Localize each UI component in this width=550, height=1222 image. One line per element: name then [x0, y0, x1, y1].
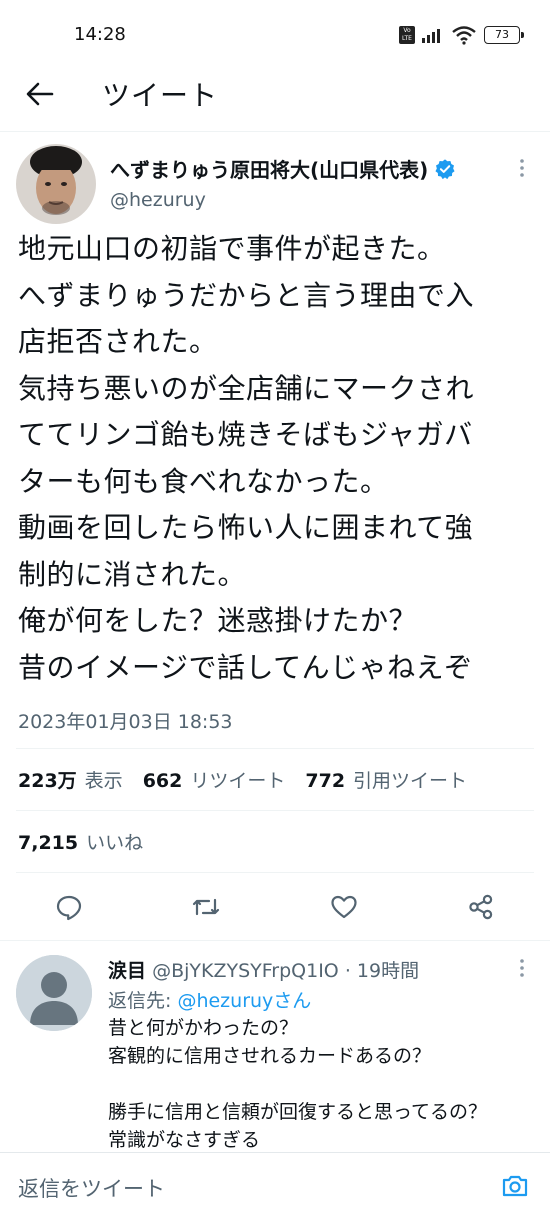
arrow-left-icon[interactable] — [24, 78, 56, 110]
reply-to-line: 返信先: @hezuruyさん — [108, 986, 311, 1013]
reply-avatar[interactable] — [16, 955, 92, 1031]
heart-icon[interactable] — [329, 892, 359, 922]
tweet-line: 昔のイメージで話してんじゃねえぞ — [18, 650, 473, 684]
retweets-label[interactable]: リツイート — [190, 766, 285, 793]
reply-text: 昔と何がかわったの？ 客観的に信用させれるカードあるの？ 勝手に信用と信頼が回復… — [108, 1014, 538, 1154]
tweet-line: 地元山口の初詣で事件が起きた。 — [18, 232, 446, 265]
tweet-line: 店拒否された。 — [18, 325, 218, 358]
quotes-label[interactable]: 引用ツイート — [353, 766, 467, 793]
likes-count[interactable]: 7,215 — [18, 832, 78, 854]
views-label: 表示 — [84, 770, 123, 792]
status-icons: Vo LTE 73 — [399, 24, 524, 46]
reply-line: 客観的に信用させれるカードあるの？ — [108, 1045, 432, 1067]
reply-item[interactable] — [0, 940, 550, 941]
reply-line: 常識がなさすぎる — [108, 1129, 261, 1151]
page-title: ツイート — [102, 79, 219, 112]
views-count: 223万 — [18, 770, 77, 792]
volte-icon: Vo LTE — [399, 26, 415, 44]
signal-icon — [422, 29, 440, 43]
share-icon[interactable] — [466, 892, 496, 922]
reply-line: 昔と何がかわったの？ — [108, 1017, 299, 1039]
retweets-count[interactable]: 662 — [143, 770, 183, 792]
retweet-icon[interactable] — [191, 892, 221, 922]
battery-icon: 73 — [484, 26, 524, 44]
verified-badge-icon — [435, 158, 455, 179]
reply-input[interactable]: 返信をツイート — [18, 1173, 165, 1203]
quotes-count[interactable]: 772 — [305, 770, 345, 792]
divider — [16, 810, 534, 811]
divider — [16, 748, 534, 749]
camera-icon[interactable] — [500, 1171, 530, 1201]
tweet-line: へずまりゅうだからと言う理由で入 — [18, 278, 475, 312]
likes-label[interactable]: いいね — [86, 828, 143, 855]
author-name-row[interactable]: へずまりゅう原田将大(山口県代表) — [110, 154, 456, 183]
wifi-icon — [452, 26, 476, 45]
reply-bubble-icon[interactable] — [54, 892, 84, 922]
tweet-stats: 223万 表示 662 リツイート 772 引用ツイート — [18, 766, 487, 793]
tweet-line: 制的に消された。 — [18, 557, 247, 591]
tweet-line: 気持ち悪いのが全店舗にマークされ — [18, 371, 475, 405]
tweet-line: ててリンゴ飴も焼きそばもジャガバ — [18, 418, 473, 451]
reply-header: 涙目 @BjYKZYSYFrpQ1IO · 19時間 — [108, 956, 419, 983]
tweet-text: 地元山口の初詣で事件が起きた。 へずまりゅうだからと言う理由で入 店拒否された。… — [18, 226, 538, 691]
more-vertical-icon[interactable] — [514, 158, 530, 178]
author-handle[interactable]: @hezuruy — [110, 189, 206, 211]
reply-compose-bar[interactable]: 返信をツイート — [0, 1152, 550, 1222]
author-avatar[interactable] — [16, 144, 96, 224]
status-bar: 14:28 Vo LTE 73 — [0, 0, 550, 68]
likes-stat[interactable]: 7,215 いいね — [18, 828, 163, 855]
tweet-line: 動画を回したら怖い人に囲まれて強 — [18, 511, 474, 544]
tweet-line: 俺が何をした？迷惑掛けたか？ — [18, 604, 418, 637]
reply-author-name[interactable]: 涙目 — [108, 960, 146, 982]
tweet-timestamp[interactable]: 2023年01月03日 18:53 — [18, 707, 233, 734]
more-vertical-icon[interactable] — [514, 958, 530, 978]
tweet-line: ターも何も食べれなかった。 — [18, 464, 389, 498]
status-time: 14:28 — [74, 24, 126, 45]
reply-line: 勝手に信用と信頼が回復すると思ってるの？ — [108, 1101, 488, 1123]
reply-to-label: 返信先: — [108, 990, 172, 1012]
author-name[interactable]: へずまりゅう原田将大(山口県代表) — [110, 154, 428, 183]
reply-time: · 19時間 — [344, 960, 420, 982]
reply-author-handle[interactable]: @BjYKZYSYFrpQ1IO — [152, 960, 339, 982]
tweet-action-bar — [0, 886, 550, 930]
reply-line — [108, 1070, 538, 1098]
reply-to-link[interactable]: @hezuruyさん — [177, 990, 311, 1012]
top-app-bar: ツイート — [0, 68, 550, 132]
divider — [16, 872, 534, 873]
